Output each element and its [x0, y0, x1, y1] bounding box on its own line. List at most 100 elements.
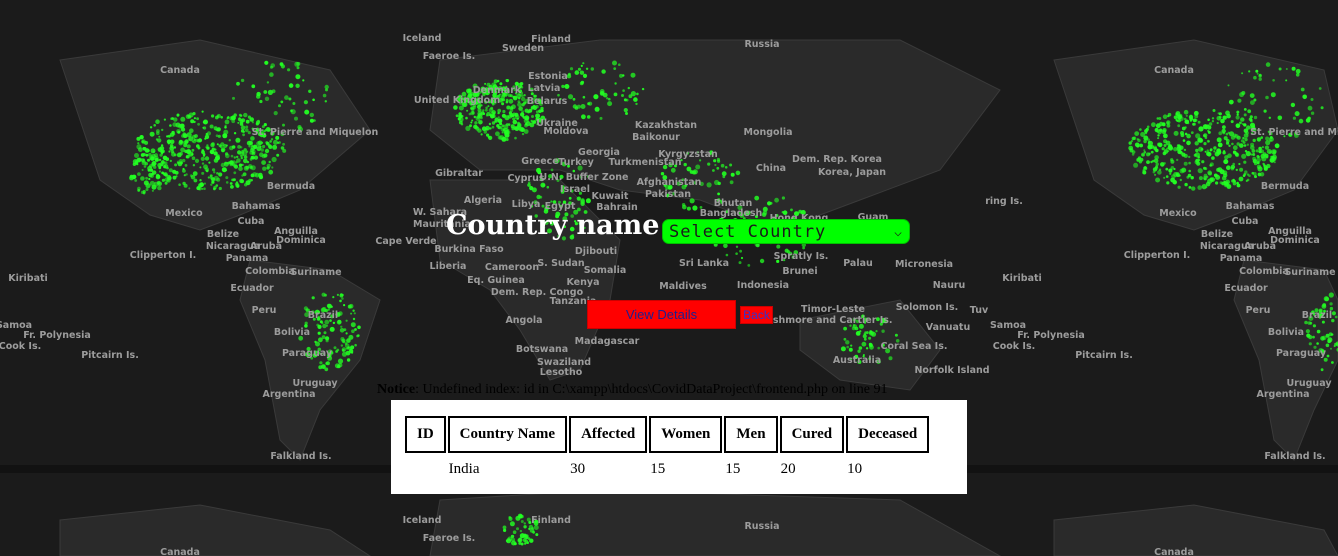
case-dot [564, 84, 570, 89]
case-dot [132, 159, 138, 165]
case-dot [635, 102, 638, 106]
case-dot [284, 95, 289, 100]
case-dot [311, 296, 315, 300]
case-dot [233, 156, 236, 159]
case-dot [521, 103, 525, 107]
map-label: Vanuatu [926, 322, 971, 333]
case-dot [199, 166, 202, 169]
case-dot [158, 135, 161, 138]
case-dot [174, 163, 178, 167]
case-dot [623, 98, 627, 102]
case-dot [843, 326, 847, 331]
view-details-button[interactable]: View Details [587, 300, 736, 329]
case-dot [1173, 181, 1177, 185]
case-dot [518, 514, 523, 519]
case-dot [1143, 166, 1147, 170]
case-dot [1228, 144, 1231, 147]
country-name-label: Country name : [446, 210, 679, 241]
case-dot [714, 163, 717, 167]
case-dot [343, 304, 346, 307]
case-dot [352, 317, 356, 321]
case-dot [1236, 110, 1240, 114]
case-dot [1246, 178, 1250, 182]
case-dot [341, 338, 346, 343]
header-cured: Cured [779, 416, 845, 453]
case-dot [875, 330, 878, 333]
case-dot [1146, 160, 1150, 165]
case-dot [1272, 79, 1275, 82]
case-dot [517, 123, 522, 128]
case-dot [183, 133, 188, 138]
case-dot [535, 110, 539, 113]
case-dot [245, 125, 249, 129]
map-label: ring Is. [985, 196, 1023, 207]
map-label: Brazil [1302, 310, 1332, 321]
map-label: Ecuador [1224, 283, 1268, 294]
case-dot [503, 124, 509, 130]
case-dot [1170, 159, 1175, 164]
case-dot [256, 91, 261, 97]
country-select[interactable]: Select Country ⌵ [662, 219, 910, 244]
case-dot [1298, 118, 1304, 124]
map-label: Paraguay [1276, 348, 1327, 359]
case-dot [485, 106, 488, 110]
case-dot [161, 178, 165, 182]
map-label: Iceland [403, 33, 442, 44]
case-dot [636, 92, 639, 96]
case-dot [180, 123, 185, 128]
case-dot [1223, 173, 1228, 178]
map-label: Clipperton I. [130, 250, 197, 261]
case-dot [1307, 321, 1312, 325]
case-dot [158, 166, 161, 169]
case-dot [250, 179, 253, 182]
case-dot [195, 138, 199, 142]
case-dot [1243, 144, 1247, 147]
case-dot [630, 72, 636, 78]
case-dot [1244, 137, 1248, 142]
case-dot [151, 189, 154, 192]
case-dot [1166, 123, 1171, 128]
case-dot [138, 147, 143, 153]
case-dot [729, 163, 733, 167]
case-dot [613, 67, 617, 70]
case-dot [868, 336, 872, 340]
case-dot [480, 133, 483, 136]
case-dot [1136, 138, 1140, 141]
case-dot [264, 60, 269, 65]
case-dot [149, 173, 155, 178]
case-dot [203, 126, 207, 130]
table-header-row: ID Country Name Affected Women Men Cured… [405, 416, 930, 453]
case-dot [1318, 87, 1322, 90]
case-dot [862, 334, 867, 339]
case-dot [143, 180, 149, 186]
case-dot [517, 100, 521, 104]
back-button[interactable]: Back [740, 306, 773, 324]
case-dot [863, 337, 867, 341]
case-dot [1294, 111, 1300, 117]
map-label: Libya [512, 199, 541, 210]
case-dot [216, 114, 220, 118]
case-dot [1265, 62, 1271, 67]
case-dot [686, 206, 691, 211]
case-dot [1238, 162, 1241, 166]
case-dot [155, 175, 161, 180]
case-dot [166, 139, 172, 144]
case-dot [295, 74, 301, 80]
case-dot [1320, 106, 1324, 110]
case-dot [1292, 116, 1296, 120]
case-dot [1247, 109, 1252, 114]
case-dot [356, 334, 359, 338]
case-dot [508, 98, 514, 104]
map-label: Brunei [782, 266, 817, 277]
case-dot [569, 67, 574, 71]
case-dot [1207, 129, 1210, 133]
map-label: Bahamas [1226, 201, 1275, 212]
case-dot [1188, 186, 1192, 189]
case-dot [1184, 126, 1187, 129]
case-dot [251, 84, 256, 89]
case-dot [273, 111, 278, 116]
case-dot [1231, 142, 1234, 146]
case-dot [1181, 152, 1186, 157]
case-dot [267, 144, 272, 148]
case-dot [1308, 335, 1313, 340]
